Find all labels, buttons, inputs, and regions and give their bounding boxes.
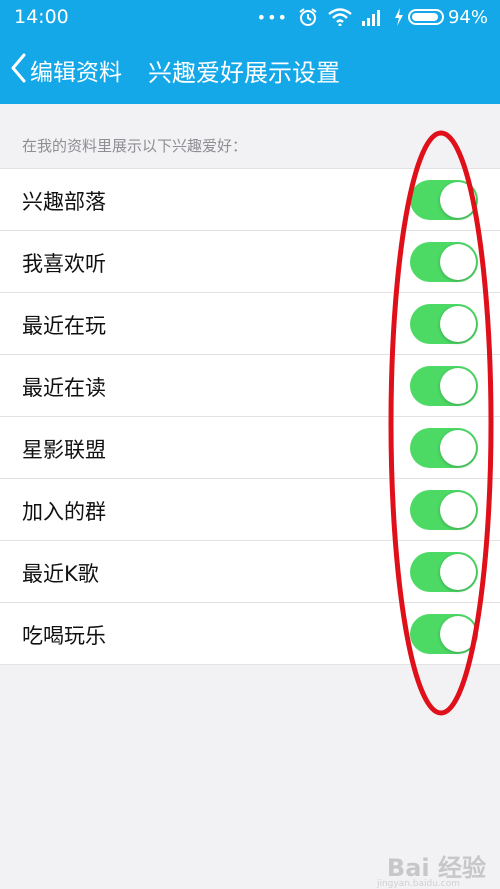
list-item: 我喜欢听 bbox=[0, 231, 500, 293]
toggle-knob bbox=[440, 368, 476, 404]
list-item: 兴趣部落 bbox=[0, 169, 500, 231]
battery-icon bbox=[407, 9, 444, 25]
interest-label: 最近K歌 bbox=[22, 562, 99, 586]
wifi-icon bbox=[328, 8, 352, 26]
status-icons: ••• 94% bbox=[257, 5, 488, 29]
chevron-left-icon bbox=[10, 53, 26, 87]
page-title: 兴趣爱好展示设置 bbox=[148, 58, 340, 87]
interest-label: 最近在玩 bbox=[22, 314, 106, 338]
toggle-switch[interactable] bbox=[410, 180, 478, 220]
watermark-url: jingyan.baidu.com bbox=[376, 879, 460, 889]
toggle-switch[interactable] bbox=[410, 490, 478, 530]
watermark-logo: Bai 经验 bbox=[386, 854, 486, 882]
interest-label: 加入的群 bbox=[22, 500, 106, 524]
toggle-knob bbox=[440, 616, 476, 652]
battery-percent: 94% bbox=[447, 6, 488, 28]
status-bar: 14:00 ••• 94% bbox=[0, 0, 500, 34]
interest-label: 最近在读 bbox=[22, 376, 106, 400]
battery-fill bbox=[411, 13, 438, 21]
alarm-icon bbox=[298, 7, 318, 27]
list-item: 星影联盟 bbox=[0, 417, 500, 479]
toggle-switch[interactable] bbox=[410, 242, 478, 282]
toggle-switch[interactable] bbox=[410, 614, 478, 654]
charging-icon bbox=[394, 8, 404, 26]
list-item: 最近在玩 bbox=[0, 293, 500, 355]
toggle-switch[interactable] bbox=[410, 304, 478, 344]
interest-list: 兴趣部落我喜欢听最近在玩最近在读星影联盟加入的群最近K歌吃喝玩乐 bbox=[0, 168, 500, 665]
list-item: 最近K歌 bbox=[0, 541, 500, 603]
toggle-knob bbox=[440, 492, 476, 528]
list-item: 加入的群 bbox=[0, 479, 500, 541]
app-header: 14:00 ••• 94% 编辑资料 兴趣爱好展示设置 bbox=[0, 0, 500, 104]
toggle-switch[interactable] bbox=[410, 428, 478, 468]
toggle-knob bbox=[440, 306, 476, 342]
signal-icon bbox=[361, 8, 384, 26]
battery-indicator: 94% bbox=[394, 7, 488, 28]
toggle-knob bbox=[440, 430, 476, 466]
status-time: 14:00 bbox=[14, 6, 69, 28]
toggle-switch[interactable] bbox=[410, 366, 478, 406]
interest-label: 星影联盟 bbox=[22, 438, 106, 462]
interest-label: 我喜欢听 bbox=[22, 252, 106, 276]
notification-dots: ••• bbox=[256, 7, 288, 27]
back-label: 编辑资料 bbox=[30, 60, 122, 86]
list-item: 最近在读 bbox=[0, 355, 500, 417]
section-caption: 在我的资料里展示以下兴趣爱好： bbox=[22, 137, 248, 155]
toggle-switch[interactable] bbox=[410, 552, 478, 592]
interest-label: 兴趣部落 bbox=[22, 190, 106, 214]
back-button[interactable]: 编辑资料 bbox=[10, 53, 122, 87]
list-item: 吃喝玩乐 bbox=[0, 603, 500, 665]
interest-label: 吃喝玩乐 bbox=[22, 624, 106, 648]
toggle-knob bbox=[440, 182, 476, 218]
toggle-knob bbox=[440, 244, 476, 280]
nav-bar: 编辑资料 兴趣爱好展示设置 bbox=[0, 40, 500, 100]
toggle-knob bbox=[440, 554, 476, 590]
